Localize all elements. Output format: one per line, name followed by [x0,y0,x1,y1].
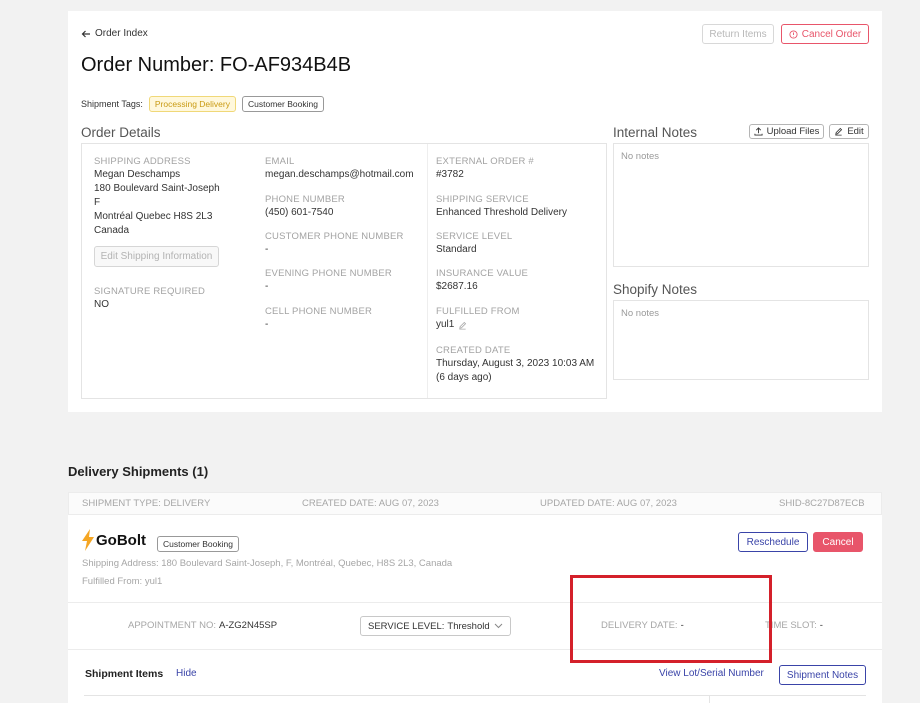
highlight-box [570,575,772,663]
insurance-label: INSURANCE VALUE [436,268,529,279]
shipping-address: Megan Deschamps 180 Boulevard Saint-Jose… [94,168,244,238]
reschedule-label: Reschedule [746,536,800,548]
edit-shipping-label: Edit Shipping Information [100,251,213,262]
address-line: Canada [94,225,130,236]
chevron-down-icon [494,623,503,629]
appointment-value: A-ZG2N45SP [218,620,278,631]
shipment-tags-label: Shipment Tags: [81,99,143,109]
created-label: CREATED DATE [436,345,511,356]
cancel-shipment-button[interactable]: Cancel [813,532,863,552]
shipment-type: SHIPMENT TYPE: Delivery [82,498,211,509]
cancel-order-label: Cancel Order [801,28,862,40]
internal-notes-title: Internal Notes [613,125,698,140]
upload-icon [754,127,763,136]
hide-link[interactable]: Hide [176,668,197,679]
created-value: Thursday, August 3, 2023 10:03 AM [436,358,595,369]
page-title: Order Number: FO-AF934B4B [81,54,352,76]
time-slot-field: TIME SLOT: - [765,620,823,631]
items-table-divider [709,695,710,703]
address-line: Megan Deschamps [94,169,181,180]
internal-notes-empty: No notes [621,151,660,162]
customer-phone-value: - [265,244,269,255]
gobolt-logo: GoBolt [81,529,146,551]
shipment-tags: Shipment Tags: Processing Delivery Custo… [81,96,324,112]
insurance-value: $2687.16 [436,281,478,292]
return-items-button[interactable]: Return Items [702,24,774,44]
evening-phone-label: EVENING PHONE NUMBER [265,268,392,279]
edit-notes-button[interactable]: Edit [829,124,869,139]
evening-phone-value: - [265,281,269,292]
bolt-icon [81,529,95,551]
external-order-value: #3782 [436,169,464,180]
carrier-name: GoBolt [96,531,146,549]
service-level-select[interactable]: SERVICE LEVEL: Threshold [360,616,511,636]
service-level-select-label: SERVICE LEVEL: [368,620,445,632]
shipment-updated-date: UPDATED DATE: Aug 07, 2023 [540,498,677,509]
created-relative: (6 days ago) [436,372,492,383]
shipment-notes-button[interactable]: Shipment Notes [779,665,866,685]
signature-value: NO [94,299,109,310]
upload-files-button[interactable]: Upload Files [749,124,824,139]
shipping-address-label: SHIPPING ADDRESS [94,156,191,167]
edit-notes-label: Edit [847,126,864,137]
column-divider [427,144,428,398]
cell-phone-value: - [265,319,269,330]
fulfilled-label: FULFILLED FROM [436,306,520,317]
items-table-border [84,695,866,703]
view-lot-link[interactable]: View Lot/Serial Number [659,668,764,679]
edit-shipping-button[interactable]: Edit Shipping Information [94,246,219,267]
address-line: 180 Boulevard Saint-Joseph [94,183,220,194]
shopify-notes-title: Shopify Notes [613,282,698,297]
email-value: megan.deschamps@hotmail.com [265,169,414,180]
email-label: EMAIL [265,156,295,167]
order-details-title: Order Details [81,125,161,140]
shipment-items-title: Shipment Items [85,668,164,680]
pencil-icon[interactable] [458,321,467,330]
address-line: F [94,197,101,208]
phone-label: PHONE NUMBER [265,194,345,205]
return-items-label: Return Items [709,28,767,40]
pencil-icon [834,127,843,136]
back-link[interactable]: Order Index [81,28,148,39]
time-slot-value: - [819,620,823,631]
shipping-service-label: SHIPPING SERVICE [436,194,529,205]
shipping-service-value: Enhanced Threshold Delivery [436,207,568,218]
service-level-select-value: Threshold [447,620,490,632]
back-link-label: Order Index [95,28,148,39]
external-order-label: EXTERNAL ORDER # [436,156,534,167]
appointment-label: APPOINTMENT NO: [128,620,216,631]
arrow-left-icon [81,29,91,39]
shipment-shid: SHID-8C27D87ECB [779,498,865,509]
alert-circle-icon [789,29,798,39]
shipment-tag: Customer Booking [157,536,239,552]
phone-value: (450) 601-7540 [265,207,334,218]
shipment-created-date: CREATED DATE: Aug 07, 2023 [302,498,439,509]
delivery-title: Delivery Shipments (1) [68,464,209,479]
shipment-fulfilled-from: Fulfilled From: yul1 [82,576,163,587]
cancel-order-button[interactable]: Cancel Order [781,24,869,44]
upload-files-label: Upload Files [766,126,820,137]
internal-notes-box[interactable]: No notes [613,143,869,267]
reschedule-button[interactable]: Reschedule [738,532,808,552]
shopify-notes-box: No notes [613,300,869,380]
fulfilled-value: yul1 [436,319,455,330]
shipment-address: Shipping Address: 180 Boulevard Saint-Jo… [82,558,453,569]
tag-customer-booking: Customer Booking [242,96,324,112]
signature-label: SIGNATURE REQUIRED [94,286,206,297]
shopify-notes-empty: No notes [621,308,660,319]
cancel-shipment-label: Cancel [822,536,854,548]
cell-phone-label: CELL PHONE NUMBER [265,306,373,317]
appointment-field: APPOINTMENT NO: A-ZG2N45SP [128,620,277,631]
service-level-label: SERVICE LEVEL [436,231,513,242]
customer-phone-label: CUSTOMER PHONE NUMBER [265,231,404,242]
time-slot-label: TIME SLOT: [765,620,817,631]
address-line: Montréal Quebec H8S 2L3 [94,211,213,222]
fulfilled-value-row: yul1 [436,318,467,332]
service-level-value: Standard [436,244,477,255]
shipment-notes-label: Shipment Notes [786,669,859,681]
tag-processing-delivery: Processing Delivery [148,96,236,112]
